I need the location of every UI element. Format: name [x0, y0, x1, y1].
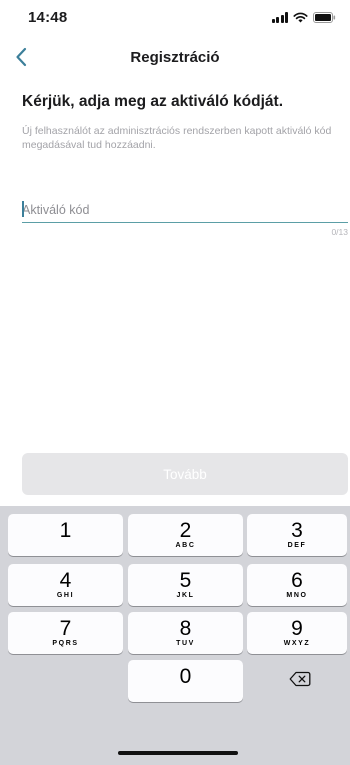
key-letters: JKL — [176, 592, 195, 599]
status-bar: 14:48 — [0, 0, 350, 36]
page-title: Regisztráció — [130, 49, 220, 66]
key-digit: 6 — [291, 569, 303, 592]
instruction-heading: Kérjük, adja meg az aktiváló kódját. — [22, 93, 284, 110]
status-time: 14:48 — [28, 9, 68, 26]
key-7[interactable]: 7 PQRS — [8, 612, 123, 654]
cellular-signal-icon — [271, 12, 288, 23]
key-digit: 9 — [291, 617, 303, 640]
wifi-icon — [293, 12, 308, 23]
key-4[interactable]: 4 GHI — [8, 564, 123, 606]
key-digit: 8 — [179, 617, 192, 640]
key-letters: PQRS — [52, 640, 79, 647]
key-9[interactable]: 9 WXYZ — [247, 612, 347, 654]
character-counter: 0/13 — [331, 227, 348, 237]
key-3[interactable]: 3 DEF — [247, 514, 347, 556]
key-letters: WXYZ — [283, 640, 311, 647]
key-digit: 2 — [179, 519, 192, 542]
key-letters: TUV — [176, 640, 195, 647]
battery-icon — [313, 12, 336, 23]
numeric-keyboard: 1 2 ABC 3 DEF 4 GHI 5 JKL 6 MNO 7 PQRS 8 — [0, 506, 350, 765]
key-digit: 5 — [179, 569, 192, 592]
key-1[interactable]: 1 — [8, 514, 123, 556]
delete-key[interactable] — [242, 660, 350, 702]
key-letters: MNO — [286, 592, 308, 599]
key-6[interactable]: 6 MNO — [247, 564, 347, 606]
next-button[interactable]: Tovább — [22, 453, 348, 495]
key-digit: 4 — [59, 569, 72, 592]
key-0[interactable]: 0 — [128, 660, 243, 702]
key-letters: ABC — [175, 542, 196, 549]
status-icons — [271, 12, 337, 23]
instruction-description: Új felhasználót az adminisztrációs rends… — [22, 125, 332, 151]
key-5[interactable]: 5 JKL — [128, 564, 243, 606]
key-8[interactable]: 8 TUV — [128, 612, 243, 654]
key-digit: 0 — [179, 665, 192, 688]
key-digit: 7 — [59, 617, 72, 640]
key-letters: GHI — [56, 592, 75, 599]
key-2[interactable]: 2 ABC — [128, 514, 243, 556]
activation-code-input[interactable] — [22, 198, 348, 223]
home-indicator — [118, 751, 238, 755]
backspace-icon — [289, 671, 311, 692]
registration-screen: 14:48 Regisztráció Kérjük, adja meg az a… — [0, 0, 350, 765]
navigation-bar: Regisztráció — [0, 40, 350, 78]
text-cursor — [22, 201, 24, 217]
key-digit: 1 — [59, 519, 72, 542]
key-letters: DEF — [287, 542, 307, 549]
key-digit: 3 — [291, 519, 303, 542]
